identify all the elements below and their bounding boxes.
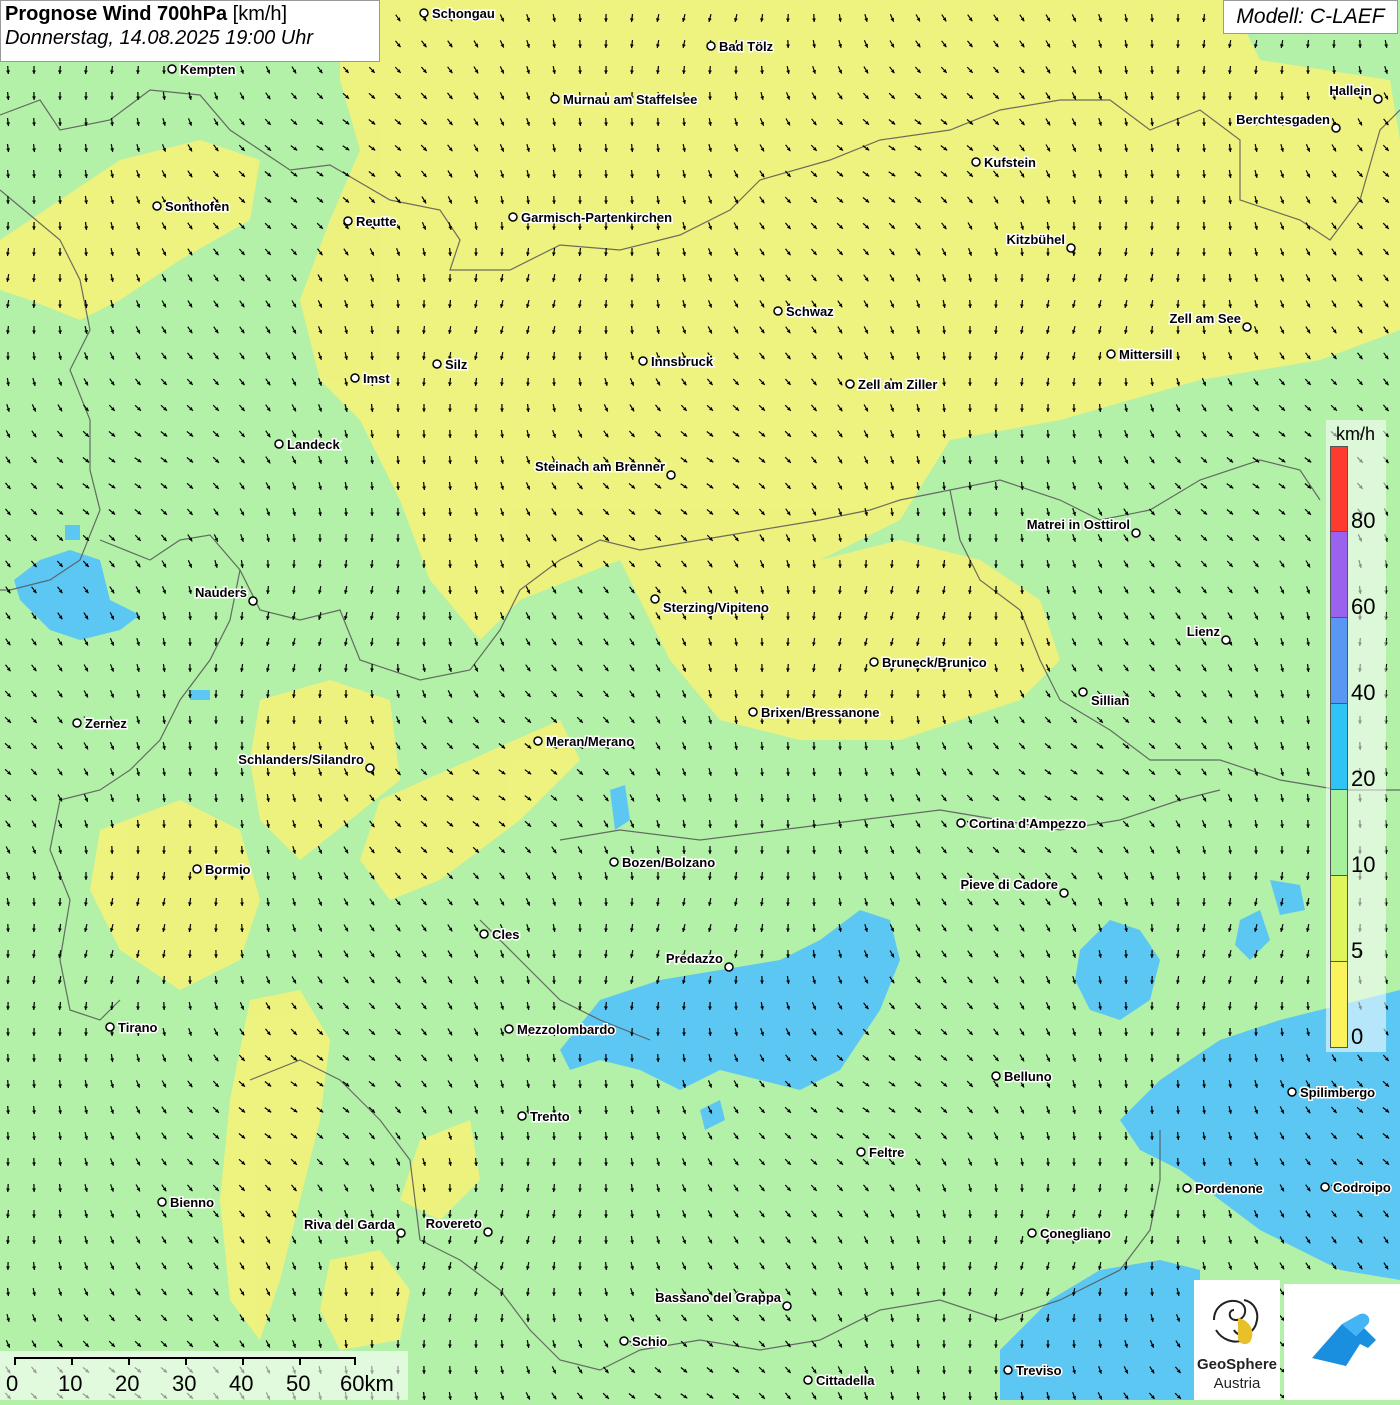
forecast-map: SchongauBad TölzKemptenMurnau am Staffel… — [0, 0, 1400, 1400]
